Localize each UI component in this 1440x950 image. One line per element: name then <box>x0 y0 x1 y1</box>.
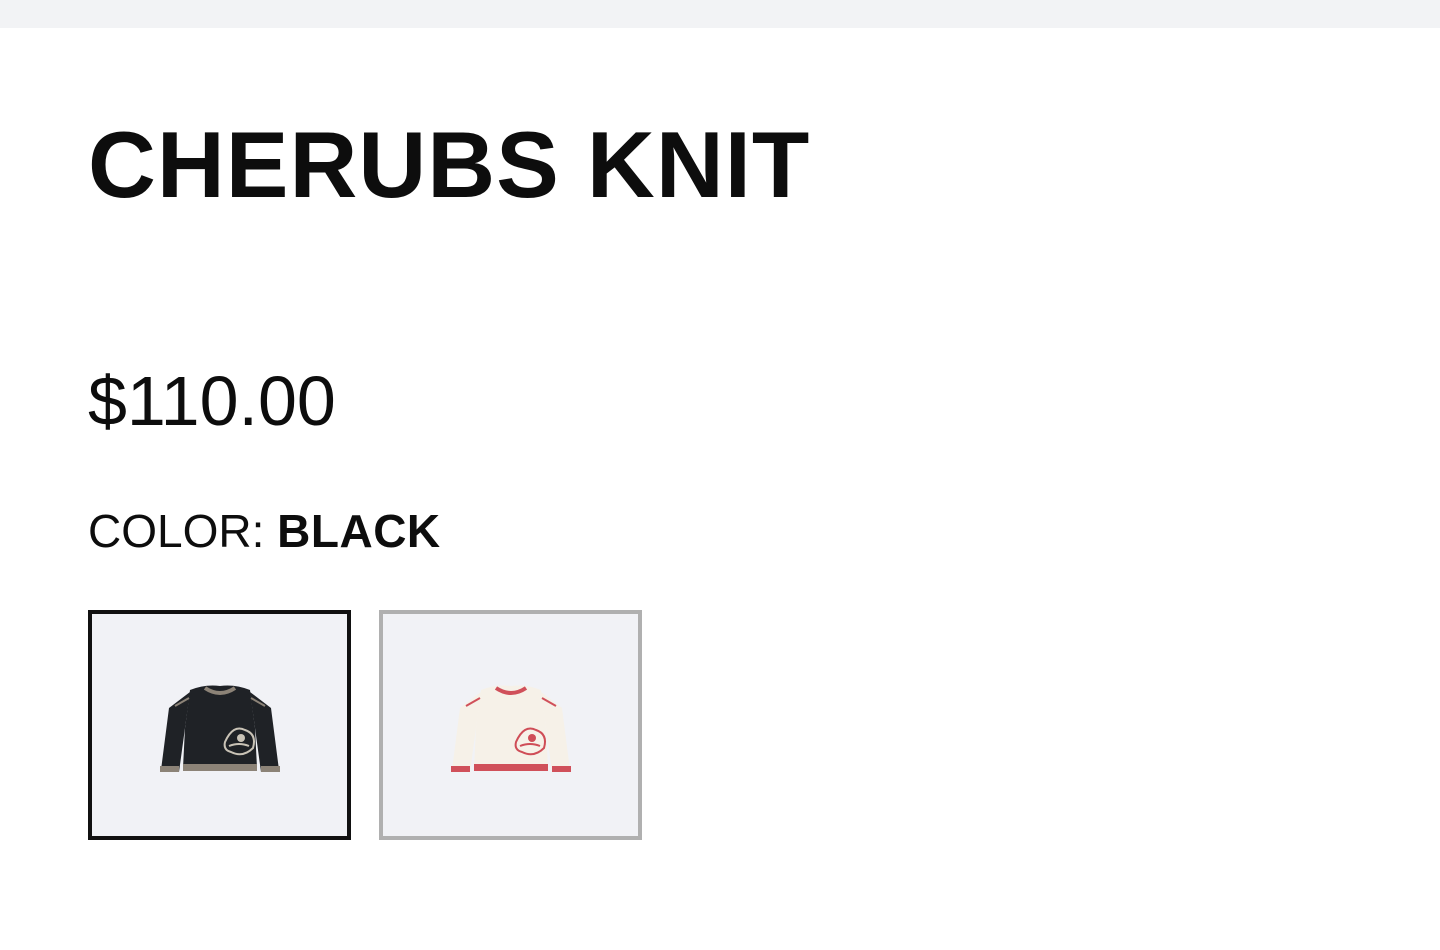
sweater-cuff-left <box>159 766 179 772</box>
sweater-motif-dot <box>527 734 536 742</box>
swatch-cream[interactable] <box>379 610 642 840</box>
color-swatches <box>88 610 642 840</box>
black-sweater-image <box>159 685 280 772</box>
top-strip <box>0 0 1440 28</box>
sweater-cuff-right <box>260 766 280 772</box>
sweater-hem <box>182 764 257 771</box>
product-price: $110.00 <box>88 362 336 440</box>
sweater-motif-dot <box>236 734 245 742</box>
sweater-cuff-left <box>450 766 470 772</box>
selected-color-value: BLACK <box>277 505 441 557</box>
sweater-body <box>182 685 257 768</box>
swatch-black[interactable] <box>88 610 351 840</box>
cream-sweater-image <box>450 685 571 772</box>
product-title: CHERUBS KNIT <box>88 112 811 217</box>
sweater-cuff-right <box>551 766 571 772</box>
color-label: COLOR: <box>88 505 265 557</box>
sweater-hem <box>473 764 548 771</box>
sweater-body <box>473 685 548 768</box>
color-selection-label: COLOR: BLACK <box>88 508 441 554</box>
